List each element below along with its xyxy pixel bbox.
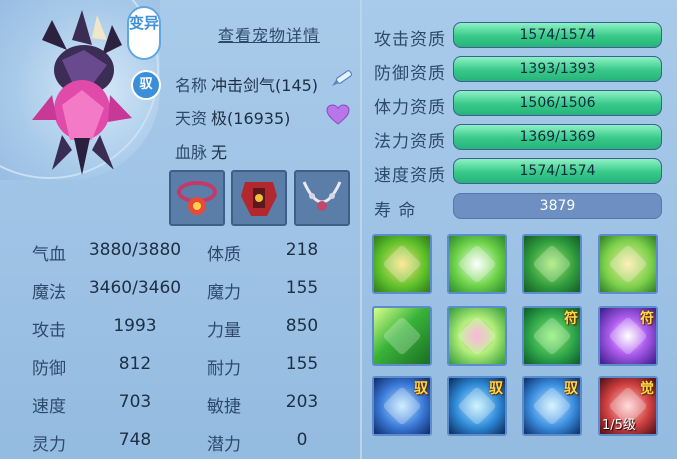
skill-slot[interactable]: 驭 bbox=[372, 376, 432, 436]
attr-label: 敏捷 bbox=[207, 397, 241, 417]
pet-name-row: 名称 冲击剑气(145) bbox=[175, 72, 318, 96]
skill-slot[interactable] bbox=[598, 234, 658, 294]
skill-tag: 觉 bbox=[640, 381, 654, 397]
mutant-badge: 变异 bbox=[127, 6, 161, 60]
tamed-badge: 驭 bbox=[131, 70, 161, 100]
sword-strike-icon bbox=[382, 244, 422, 284]
ring-equipment-slot[interactable] bbox=[169, 170, 225, 226]
skill-slot[interactable] bbox=[522, 234, 582, 294]
skill-tag: 驭 bbox=[489, 381, 503, 397]
armor-equipment-icon bbox=[241, 182, 277, 216]
aptitude-bar: 1369/1369 bbox=[453, 124, 662, 150]
name-label: 名称 bbox=[175, 76, 208, 95]
attr-label: 攻击 bbox=[32, 321, 66, 341]
attr-value: 0 bbox=[296, 430, 308, 450]
aptitude-label: 速度资质 bbox=[374, 166, 446, 186]
talent-label: 天资 bbox=[175, 109, 208, 128]
attr-label: 魔力 bbox=[207, 283, 241, 303]
heart-icon[interactable] bbox=[326, 104, 350, 126]
armor-equipment-slot[interactable] bbox=[231, 170, 287, 226]
aptitude-bar: 1506/1506 bbox=[453, 90, 662, 116]
attr-value: 218 bbox=[285, 240, 319, 260]
attr-value: 155 bbox=[285, 354, 319, 374]
aptitude-bar: 1574/1574 bbox=[453, 22, 662, 48]
aptitude-value: 1506/1506 bbox=[519, 95, 596, 111]
boot-icon bbox=[608, 244, 648, 284]
skill-slot[interactable]: 驭 bbox=[447, 376, 507, 436]
talent-value: 极(16935) bbox=[211, 109, 291, 128]
skill-slot[interactable] bbox=[447, 306, 507, 366]
ring-equipment-icon bbox=[177, 181, 217, 215]
attr-label: 体质 bbox=[207, 245, 241, 265]
aptitude-label: 防御资质 bbox=[374, 64, 446, 84]
skill-slot[interactable]: 符 bbox=[522, 306, 582, 366]
attr-value: 812 bbox=[118, 354, 152, 374]
attr-value: 155 bbox=[285, 278, 319, 298]
aptitude-label: 体力资质 bbox=[374, 98, 446, 118]
attr-label: 魔法 bbox=[32, 283, 66, 303]
bloodline-value: 无 bbox=[211, 143, 228, 162]
aptitude-label: 攻击资质 bbox=[374, 30, 446, 50]
skill-tag: 驭 bbox=[564, 381, 578, 397]
pet-bloodline-row: 血脉无 bbox=[175, 139, 227, 163]
heart-glow-icon bbox=[457, 316, 497, 356]
aptitude-value: 1574/1574 bbox=[519, 163, 596, 179]
aptitude-value: 1574/1574 bbox=[519, 27, 596, 43]
attr-label: 防御 bbox=[32, 359, 66, 379]
attr-value: 850 bbox=[285, 316, 319, 336]
panel-divider bbox=[360, 0, 362, 459]
attr-value: 748 bbox=[118, 430, 152, 450]
attr-value: 1993 bbox=[113, 316, 157, 336]
attr-value: 703 bbox=[118, 392, 152, 412]
edit-name-icon[interactable] bbox=[330, 66, 356, 88]
pet-model-image bbox=[32, 10, 132, 175]
attr-label: 力量 bbox=[207, 321, 241, 341]
lifespan-label: 寿 命 bbox=[374, 201, 417, 221]
aptitude-bar: 1393/1393 bbox=[453, 56, 662, 82]
view-pet-details-link[interactable]: 查看宠物详情 bbox=[218, 22, 320, 46]
skill-slot[interactable] bbox=[372, 306, 432, 366]
attr-label: 潜力 bbox=[207, 435, 241, 455]
lifespan-bar: 3879 bbox=[453, 193, 662, 219]
green-figure-icon bbox=[532, 244, 572, 284]
attr-value: 3460/3460 bbox=[88, 278, 182, 298]
attr-label: 灵力 bbox=[32, 435, 66, 455]
wing-icon bbox=[457, 244, 497, 284]
pet-talent-row: 天资 极(16935) bbox=[175, 105, 290, 129]
skill-tag: 驭 bbox=[414, 381, 428, 397]
skill-level: 1/5级 bbox=[602, 418, 636, 433]
necklace-equipment-slot[interactable] bbox=[294, 170, 350, 226]
skill-slot[interactable]: 觉 1/5级 bbox=[598, 376, 658, 436]
skill-slot[interactable]: 驭 bbox=[522, 376, 582, 436]
lifespan-value: 3879 bbox=[539, 198, 576, 214]
skill-tag: 符 bbox=[564, 311, 578, 327]
skill-slot[interactable] bbox=[372, 234, 432, 294]
necklace-equipment-icon bbox=[302, 181, 342, 211]
aptitude-label: 法力资质 bbox=[374, 132, 446, 152]
skill-tag: 符 bbox=[640, 311, 654, 327]
skill-slot[interactable] bbox=[447, 234, 507, 294]
attr-value: 203 bbox=[285, 392, 319, 412]
aptitude-bar: 1574/1574 bbox=[453, 158, 662, 184]
attr-label: 气血 bbox=[32, 245, 66, 265]
attr-label: 耐力 bbox=[207, 359, 241, 379]
aptitude-value: 1369/1369 bbox=[519, 129, 596, 145]
name-value: 冲击剑气(145) bbox=[211, 76, 319, 95]
attr-value: 3880/3880 bbox=[88, 240, 182, 260]
bloodline-label: 血脉 bbox=[175, 143, 208, 162]
green-wave-icon bbox=[382, 316, 422, 356]
aptitude-value: 1393/1393 bbox=[519, 61, 596, 77]
attr-label: 速度 bbox=[32, 397, 66, 417]
skill-slot[interactable]: 符 bbox=[598, 306, 658, 366]
